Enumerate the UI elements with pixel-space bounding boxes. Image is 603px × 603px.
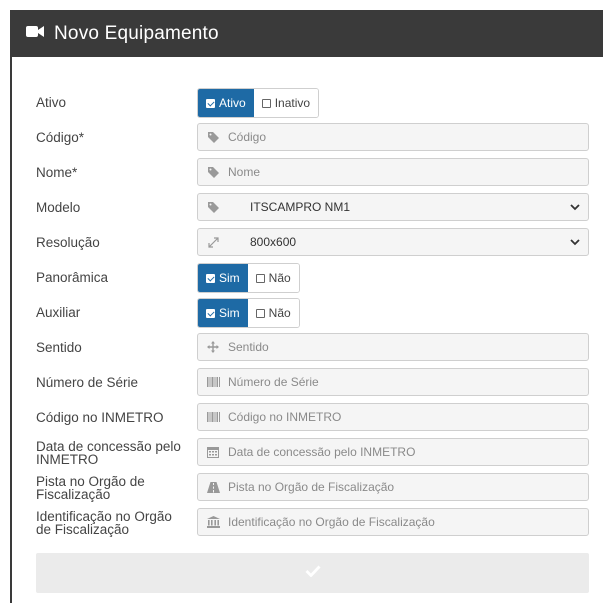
auxiliar-toggle: Sim Não <box>197 298 300 328</box>
panoramica-nao-option[interactable]: Não <box>247 264 299 292</box>
label-sentido: Sentido <box>36 340 82 355</box>
panoramica-sim-option[interactable]: Sim <box>198 264 248 292</box>
form-body: Ativo Ativo Inativo Código* Código Nome*… <box>10 57 603 603</box>
tag-icon <box>206 200 220 214</box>
checkbox-checked-icon <box>206 308 215 318</box>
save-button[interactable] <box>36 553 589 593</box>
codigo-placeholder: Código <box>228 130 267 144</box>
inativo-option-label: Inativo <box>274 96 311 110</box>
auxiliar-sim-option[interactable]: Sim <box>198 299 248 327</box>
resolucao-value: 800x600 <box>250 235 297 249</box>
checkbox-empty-icon <box>255 273 265 283</box>
label-resolucao: Resolução <box>36 235 100 250</box>
label-panoramica: Panorâmica <box>36 270 109 285</box>
label-data-concessao: Data de concessão pelo INMETRO <box>36 438 201 468</box>
data-concessao-placeholder: Data de concessão pelo INMETRO <box>228 445 416 459</box>
numero-serie-placeholder: Número de Série <box>228 375 319 389</box>
label-identificacao: Identificação no Orgão de Fiscalização <box>36 508 201 538</box>
row-numero-serie: Número de Série Número de Série <box>36 368 596 398</box>
pista-placeholder: Pista no Orgão de Fiscalização <box>228 480 395 494</box>
calendar-icon <box>206 445 220 459</box>
label-pista-line2: Fiscalização <box>36 487 111 502</box>
pista-input[interactable]: Pista no Orgão de Fiscalização <box>197 473 589 501</box>
row-panoramica: Panorâmica Sim Não <box>36 263 596 293</box>
label-auxiliar: Auxiliar <box>36 305 81 320</box>
arrows-icon <box>206 340 220 354</box>
row-auxiliar: Auxiliar Sim Não <box>36 298 596 328</box>
tag-icon <box>206 165 220 179</box>
row-data-concessao: Data de concessão pelo INMETRO Data de c… <box>36 438 596 468</box>
resolucao-select[interactable]: 800x600 <box>197 228 589 256</box>
auxiliar-nao-label: Não <box>268 306 291 320</box>
modelo-value: ITSCAMPRO NM1 <box>250 200 351 214</box>
row-identificacao: Identificação no Orgão de Fiscalização I… <box>36 508 596 538</box>
inativo-option[interactable]: Inativo <box>253 89 319 117</box>
row-pista: Pista no Orgão de Fiscalização Pista no … <box>36 473 596 503</box>
expand-icon <box>206 235 220 249</box>
auxiliar-sim-label: Sim <box>219 306 240 320</box>
label-codigo-inmetro: Código no INMETRO <box>36 410 164 425</box>
sentido-input[interactable]: Sentido <box>197 333 589 361</box>
tag-icon <box>206 130 220 144</box>
sentido-placeholder: Sentido <box>228 340 269 354</box>
codigo-inmetro-placeholder: Código no INMETRO <box>228 410 342 424</box>
page-title: Novo Equipamento <box>54 22 219 44</box>
row-resolucao: Resolução 800x600 <box>36 228 596 258</box>
row-codigo: Código* Código <box>36 123 596 153</box>
label-pista: Pista no Orgão de Fiscalização <box>36 473 201 503</box>
data-concessao-input[interactable]: Data de concessão pelo INMETRO <box>197 438 589 466</box>
equipment-form-panel: Novo Equipamento Ativo Ativo Inativo Cód… <box>10 10 603 603</box>
checkbox-empty-icon <box>261 98 271 108</box>
ativo-toggle: Ativo Inativo <box>197 88 320 118</box>
ativo-option-label: Ativo <box>219 96 246 110</box>
codigo-inmetro-input[interactable]: Código no INMETRO <box>197 403 589 431</box>
label-nome: Nome* <box>36 165 78 180</box>
nome-input[interactable]: Nome <box>197 158 589 186</box>
checkbox-checked-icon <box>206 98 215 108</box>
modelo-select[interactable]: ITSCAMPRO NM1 <box>197 193 589 221</box>
video-camera-icon <box>26 25 44 43</box>
checkbox-empty-icon <box>255 308 265 318</box>
checkbox-checked-icon <box>206 273 215 283</box>
row-codigo-inmetro: Código no INMETRO Código no INMETRO <box>36 403 596 433</box>
row-modelo: Modelo ITSCAMPRO NM1 <box>36 193 596 223</box>
check-icon <box>305 564 321 582</box>
nome-placeholder: Nome <box>228 165 261 179</box>
barcode-icon <box>206 375 220 389</box>
auxiliar-nao-option[interactable]: Não <box>247 299 299 327</box>
chevron-down-icon <box>570 236 580 250</box>
panoramica-nao-label: Não <box>268 271 291 285</box>
label-ativo: Ativo <box>36 95 67 110</box>
barcode-icon <box>206 410 220 424</box>
panoramica-toggle: Sim Não <box>197 263 300 293</box>
row-sentido: Sentido Sentido <box>36 333 596 363</box>
identificacao-placeholder: Identificação no Orgão de Fiscalização <box>228 515 435 529</box>
label-codigo: Código* <box>36 130 85 145</box>
label-data-concessao-line2: INMETRO <box>36 452 99 467</box>
chevron-down-icon <box>570 201 580 215</box>
institution-icon <box>206 515 220 529</box>
label-modelo: Modelo <box>36 200 81 215</box>
numero-serie-input[interactable]: Número de Série <box>197 368 589 396</box>
row-ativo: Ativo Ativo Inativo <box>36 88 596 118</box>
row-nome: Nome* Nome <box>36 158 596 188</box>
codigo-input[interactable]: Código <box>197 123 589 151</box>
identificacao-input[interactable]: Identificação no Orgão de Fiscalização <box>197 508 589 536</box>
panoramica-sim-label: Sim <box>219 271 240 285</box>
road-icon <box>206 480 220 494</box>
label-identificacao-line2: de Fiscalização <box>36 522 130 537</box>
panel-header: Novo Equipamento <box>10 10 603 57</box>
ativo-option[interactable]: Ativo <box>198 89 254 117</box>
label-numero-serie: Número de Série <box>36 375 139 390</box>
